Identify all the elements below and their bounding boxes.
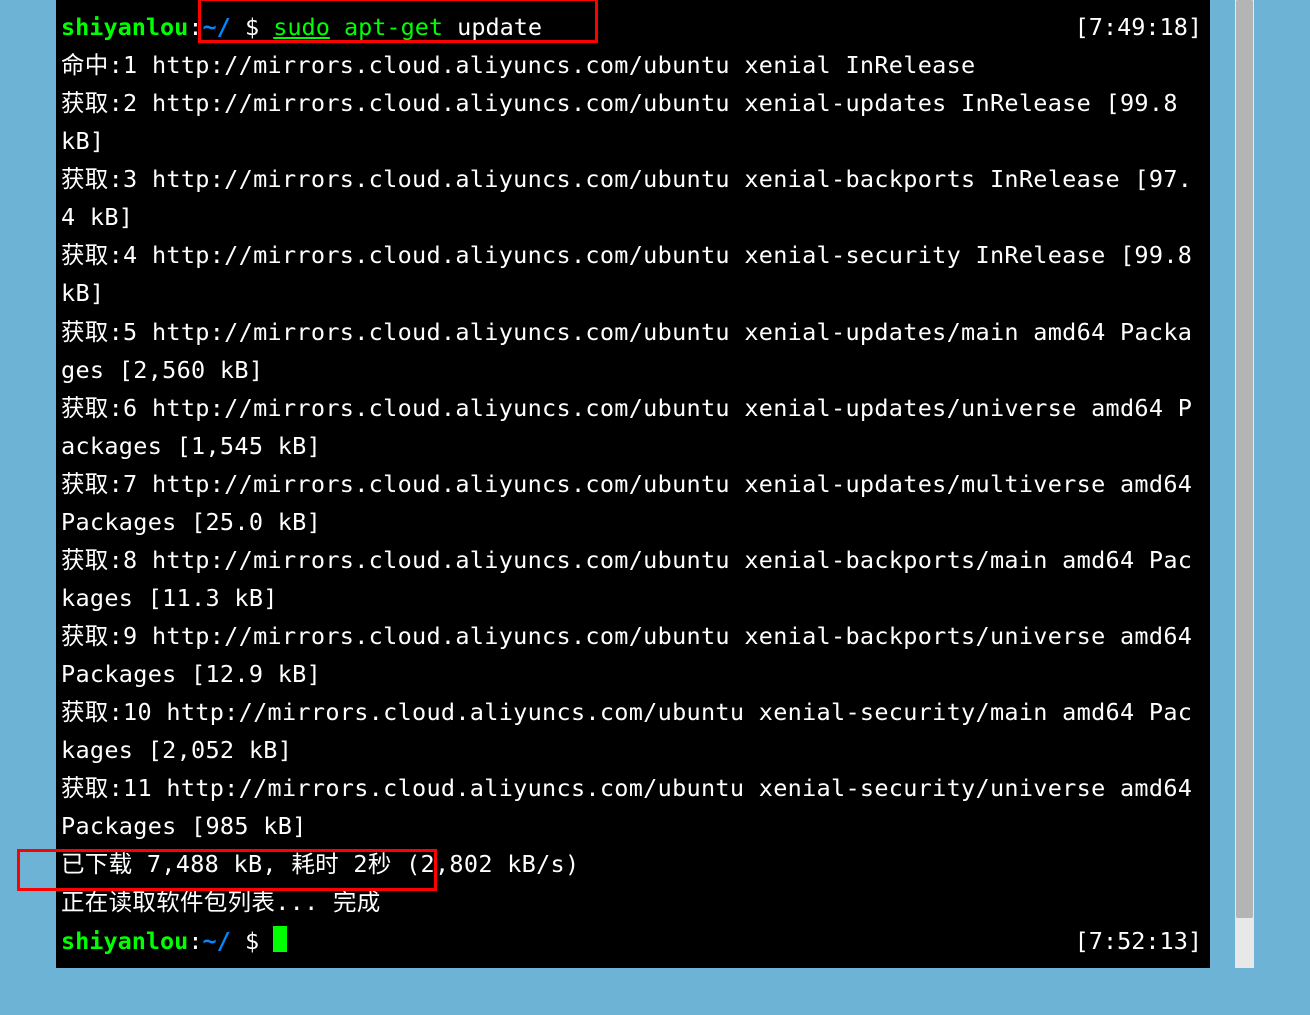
command-apt-get: apt-get xyxy=(330,13,443,41)
output-line: 获取:4 http://mirrors.cloud.aliyuncs.com/u… xyxy=(56,236,1210,312)
prompt-path: ~/ xyxy=(203,13,231,41)
output-line: 获取:5 http://mirrors.cloud.aliyuncs.com/u… xyxy=(56,313,1210,389)
output-line: 获取:11 http://mirrors.cloud.aliyuncs.com/… xyxy=(56,769,1210,845)
scrollbar-vertical[interactable] xyxy=(1235,0,1254,968)
terminal-window[interactable]: shiyanlou:~/ $ sudo apt-get update [7:49… xyxy=(56,0,1210,968)
command-arg-update: update xyxy=(443,13,542,41)
scrollbar-thumb[interactable] xyxy=(1236,0,1253,918)
output-line: 获取:7 http://mirrors.cloud.aliyuncs.com/u… xyxy=(56,465,1210,541)
output-line: 获取:2 http://mirrors.cloud.aliyuncs.com/u… xyxy=(56,84,1210,160)
output-line: 已下载 7,488 kB, 耗时 2秒 (2,802 kB/s) xyxy=(56,845,1210,883)
prompt-path: ~/ xyxy=(203,927,231,955)
output-line: 获取:10 http://mirrors.cloud.aliyuncs.com/… xyxy=(56,693,1210,769)
prompt-separator: : xyxy=(188,927,202,955)
prompt-dollar: $ xyxy=(231,13,273,41)
prompt-dollar: $ xyxy=(231,927,273,955)
prompt-line-1: shiyanlou:~/ $ sudo apt-get update [7:49… xyxy=(56,8,1210,46)
output-line: 正在读取软件包列表... 完成 xyxy=(56,883,1210,921)
prompt-line-2[interactable]: shiyanlou:~/ $ [7:52:13] xyxy=(56,922,1210,960)
terminal-cursor[interactable] xyxy=(273,926,287,952)
output-line: 获取:6 http://mirrors.cloud.aliyuncs.com/u… xyxy=(56,389,1210,465)
command-sudo: sudo xyxy=(273,13,330,41)
prompt-user: shiyanlou xyxy=(61,927,188,955)
output-line: 获取:3 http://mirrors.cloud.aliyuncs.com/u… xyxy=(56,160,1210,236)
output-line: 获取:9 http://mirrors.cloud.aliyuncs.com/u… xyxy=(56,617,1210,693)
timestamp-1: [7:49:18] xyxy=(1075,8,1202,46)
output-line: 获取:8 http://mirrors.cloud.aliyuncs.com/u… xyxy=(56,541,1210,617)
output-line: 命中:1 http://mirrors.cloud.aliyuncs.com/u… xyxy=(56,46,1210,84)
prompt-separator: : xyxy=(188,13,202,41)
timestamp-2: [7:52:13] xyxy=(1075,922,1202,960)
prompt-user: shiyanlou xyxy=(61,13,188,41)
